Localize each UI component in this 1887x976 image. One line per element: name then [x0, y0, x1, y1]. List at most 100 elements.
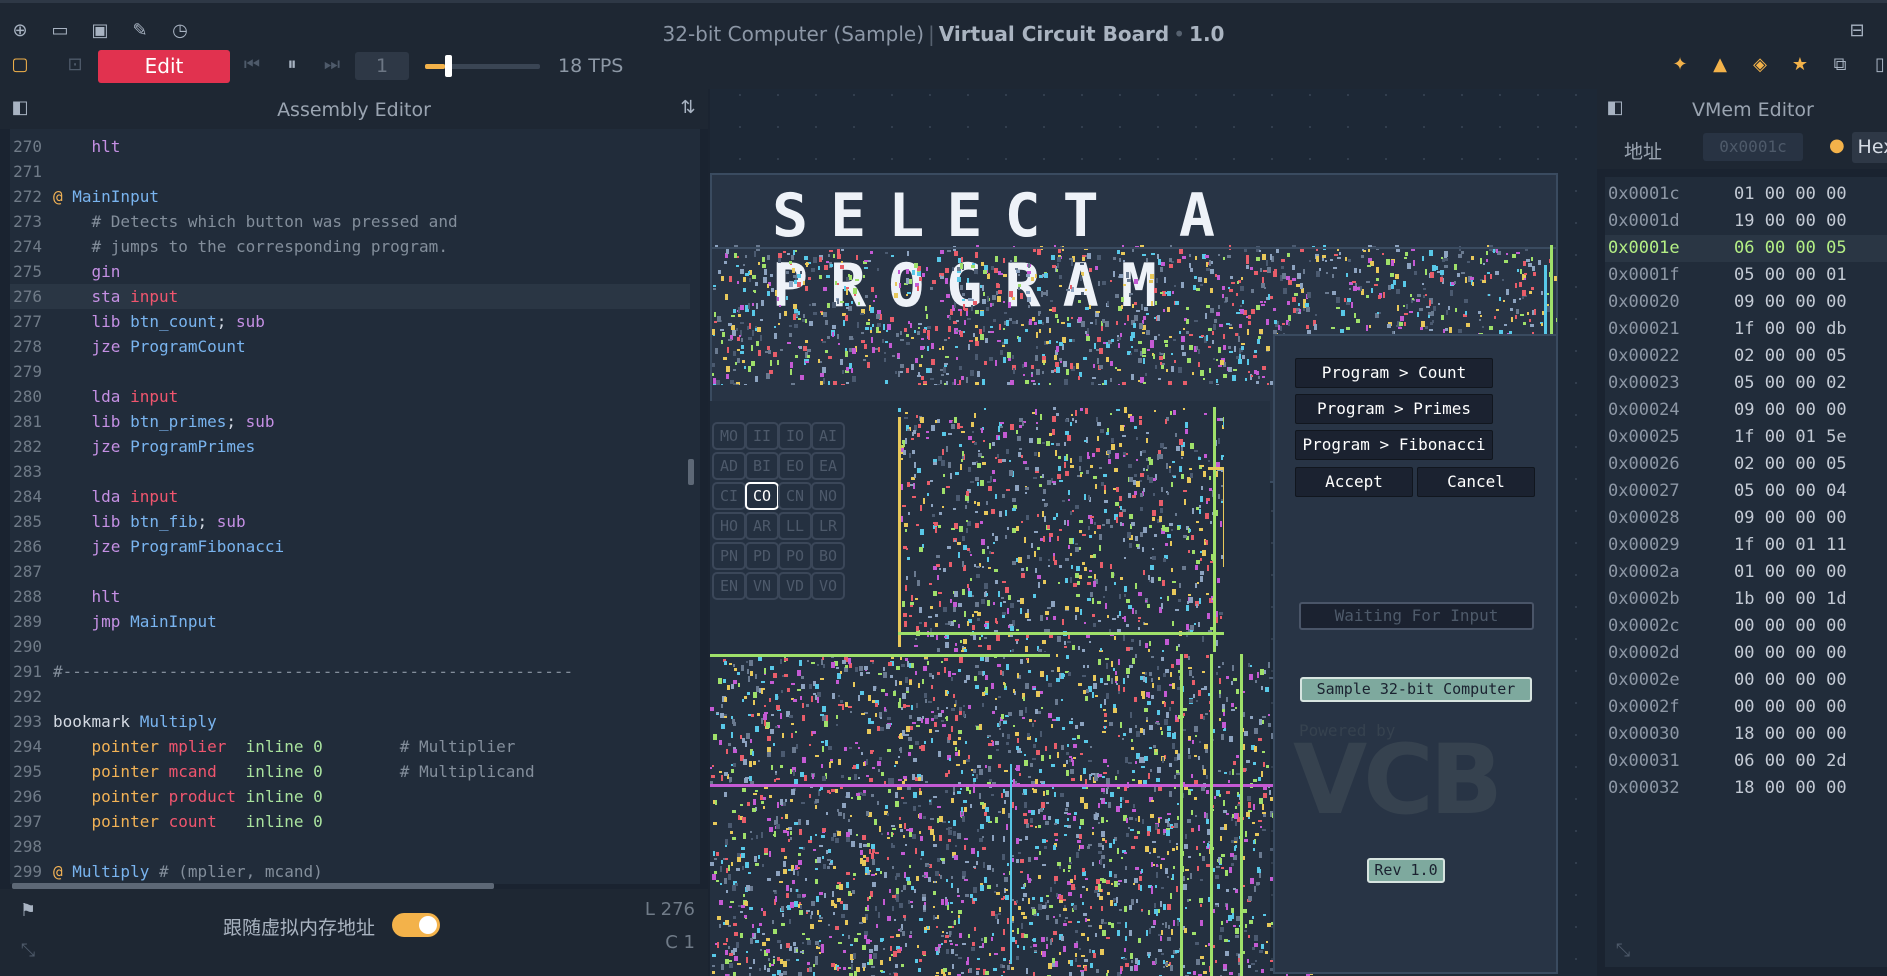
control-line-io[interactable]: IO — [778, 422, 812, 450]
pause-icon[interactable]: ⏸ — [280, 53, 304, 77]
code-line[interactable]: 272 @ MainInput — [10, 184, 690, 209]
book-icon[interactable]: ⊟ — [1845, 19, 1869, 43]
vmem-row[interactable]: 0x00029 1f 00 01 11 — [1605, 532, 1887, 559]
sidebar-toggle-icon[interactable]: ◧ — [1603, 96, 1627, 120]
step-back-icon[interactable]: ⏮ — [240, 53, 264, 77]
vmem-value[interactable]: 09 00 00 00 — [1734, 505, 1847, 532]
vmem-row[interactable]: 0x00028 09 00 00 00 — [1605, 505, 1887, 532]
code-line[interactable]: 276 sta input — [10, 284, 690, 309]
hex-format-button[interactable]: Hex — [1852, 132, 1887, 163]
vmem-value[interactable]: 05 00 00 02 — [1734, 370, 1847, 397]
program-primes-button[interactable]: Program > Primes — [1295, 394, 1493, 424]
step-forward-icon[interactable]: ⏭ — [320, 53, 344, 77]
code-line[interactable]: 280 lda input — [10, 384, 690, 409]
follow-vmem-toggle[interactable] — [392, 913, 440, 937]
vmem-row[interactable]: 0x00025 1f 00 01 5e — [1605, 424, 1887, 451]
vmem-value[interactable]: 1f 00 01 11 — [1734, 532, 1847, 559]
control-line-co[interactable]: CO — [745, 482, 779, 510]
stamp-icon[interactable]: ▲ — [1708, 53, 1732, 77]
tick-speed-thumb[interactable] — [445, 55, 452, 77]
location-pin-icon[interactable]: ● — [1829, 135, 1845, 156]
vmem-value[interactable]: 01 00 00 00 — [1734, 181, 1847, 208]
control-line-ii[interactable]: II — [745, 422, 779, 450]
vmem-value[interactable]: 02 00 00 05 — [1734, 343, 1847, 370]
accept-button[interactable]: Accept — [1295, 467, 1413, 497]
code-line[interactable]: 288 hlt — [10, 584, 690, 609]
code-line[interactable]: 295 pointer mcand inline 0 # Multiplican… — [10, 759, 690, 784]
address-input[interactable]: 0x0001c — [1703, 133, 1803, 161]
control-line-cn[interactable]: CN — [778, 482, 812, 510]
vmem-value[interactable]: 19 00 00 00 — [1734, 208, 1847, 235]
vmem-row[interactable]: 0x00027 05 00 00 04 — [1605, 478, 1887, 505]
vmem-row[interactable]: 0x0002e 00 00 00 00 — [1605, 667, 1887, 694]
code-line[interactable]: 283 — [10, 459, 690, 484]
vmem-row[interactable]: 0x0001f 05 00 00 01 — [1605, 262, 1887, 289]
vmem-row[interactable]: 0x00023 05 00 00 02 — [1605, 370, 1887, 397]
cancel-button[interactable]: Cancel — [1417, 467, 1535, 497]
vmem-row[interactable]: 0x0002f 00 00 00 00 — [1605, 694, 1887, 721]
code-line[interactable]: 292 — [10, 684, 690, 709]
control-line-bi[interactable]: BI — [745, 452, 779, 480]
code-line[interactable]: 297 pointer count inline 0 — [10, 809, 690, 834]
code-line[interactable]: 279 — [10, 359, 690, 384]
control-line-en[interactable]: EN — [712, 572, 746, 600]
vmem-value[interactable]: 1b 00 00 1d — [1734, 586, 1847, 613]
vmem-row[interactable]: 0x00024 09 00 00 00 — [1605, 397, 1887, 424]
code-line[interactable]: 296 pointer product inline 0 — [10, 784, 690, 809]
code-line[interactable]: 286 jze ProgramFibonacci — [10, 534, 690, 559]
expand-icon[interactable]: ⤡ — [16, 939, 40, 963]
code-line[interactable]: 298 — [10, 834, 690, 859]
vmem-row[interactable]: 0x00022 02 00 00 05 — [1605, 343, 1887, 370]
vmem-value[interactable]: 09 00 00 00 — [1734, 397, 1847, 424]
control-line-pn[interactable]: PN — [712, 542, 746, 570]
star-icon[interactable]: ★ — [1788, 53, 1812, 77]
vmem-value[interactable]: 00 00 00 00 — [1734, 640, 1847, 667]
vmem-value[interactable]: 06 00 00 2d — [1734, 748, 1847, 775]
vmem-value[interactable]: 06 00 00 05 — [1734, 235, 1847, 262]
program-count-button[interactable]: Program > Count — [1295, 358, 1493, 388]
program-fibonacci-button[interactable]: Program > Fibonacci — [1295, 430, 1493, 460]
control-line-ar[interactable]: AR — [745, 512, 779, 540]
vmem-value[interactable]: 00 00 00 00 — [1734, 694, 1847, 721]
panel-icon[interactable]: ▯ — [1868, 53, 1887, 77]
screenshot-icon[interactable]: ⊡ — [63, 53, 87, 77]
code-line[interactable]: 274 # jumps to the corresponding program… — [10, 234, 690, 259]
control-line-ll[interactable]: LL — [778, 512, 812, 540]
code-line[interactable]: 290 — [10, 634, 690, 659]
code-line[interactable]: 275 gin — [10, 259, 690, 284]
collapse-icon[interactable]: ⇅ — [676, 96, 700, 120]
vmem-row[interactable]: 0x0001d 19 00 00 00 — [1605, 208, 1887, 235]
vmem-row[interactable]: 0x0002d 00 00 00 00 — [1605, 640, 1887, 667]
vmem-value[interactable]: 1f 00 00 db — [1734, 316, 1847, 343]
layout-icon[interactable]: ▢ — [8, 53, 32, 77]
expand-icon[interactable]: ⤡ — [1611, 939, 1635, 963]
code-line[interactable]: 273 # Detects which button was pressed a… — [10, 209, 690, 234]
control-line-ho[interactable]: HO — [712, 512, 746, 540]
vmem-row[interactable]: 0x0002a 01 00 00 00 — [1605, 559, 1887, 586]
control-line-no[interactable]: NO — [811, 482, 845, 510]
vmem-value[interactable]: 00 00 00 00 — [1734, 613, 1847, 640]
code-line[interactable]: 293 bookmark Multiply — [10, 709, 690, 734]
layers-icon[interactable]: ◈ — [1748, 53, 1772, 77]
vmem-row[interactable]: 0x00020 09 00 00 00 — [1605, 289, 1887, 316]
code-line[interactable]: 285 lib btn_fib; sub — [10, 509, 690, 534]
tick-speed-slider[interactable] — [425, 64, 540, 69]
vmem-row[interactable]: 0x00030 18 00 00 00 — [1605, 721, 1887, 748]
control-line-lr[interactable]: LR — [811, 512, 845, 540]
vmem-row[interactable]: 0x0002b 1b 00 00 1d — [1605, 586, 1887, 613]
code-editor[interactable]: 270 hlt 271 272 @ MainInput 273 # Detects wh… — [10, 129, 700, 884]
vmem-row[interactable]: 0x00021 1f 00 00 db — [1605, 316, 1887, 343]
vmem-row[interactable]: 0x0001e 06 00 00 05 — [1605, 235, 1887, 262]
vmem-row[interactable]: 0x00032 18 00 00 00 — [1605, 775, 1887, 802]
edit-mode-button[interactable]: Edit — [98, 50, 230, 83]
bookmark-icon[interactable]: ⚑ — [16, 899, 40, 923]
control-line-pd[interactable]: PD — [745, 542, 779, 570]
vmem-table[interactable]: 0x0001c 01 00 00 00 0x0001d 19 00 00 00 0x00… — [1605, 177, 1887, 967]
code-line[interactable]: 271 — [10, 159, 690, 184]
control-line-po[interactable]: PO — [778, 542, 812, 570]
control-line-ai[interactable]: AI — [811, 422, 845, 450]
vmem-row[interactable]: 0x00031 06 00 00 2d — [1605, 748, 1887, 775]
editor-vertical-scrollbar[interactable] — [688, 459, 694, 485]
code-line[interactable]: 294 pointer mplier inline 0 # Multiplier — [10, 734, 690, 759]
step-count-input[interactable]: 1 — [355, 52, 409, 80]
